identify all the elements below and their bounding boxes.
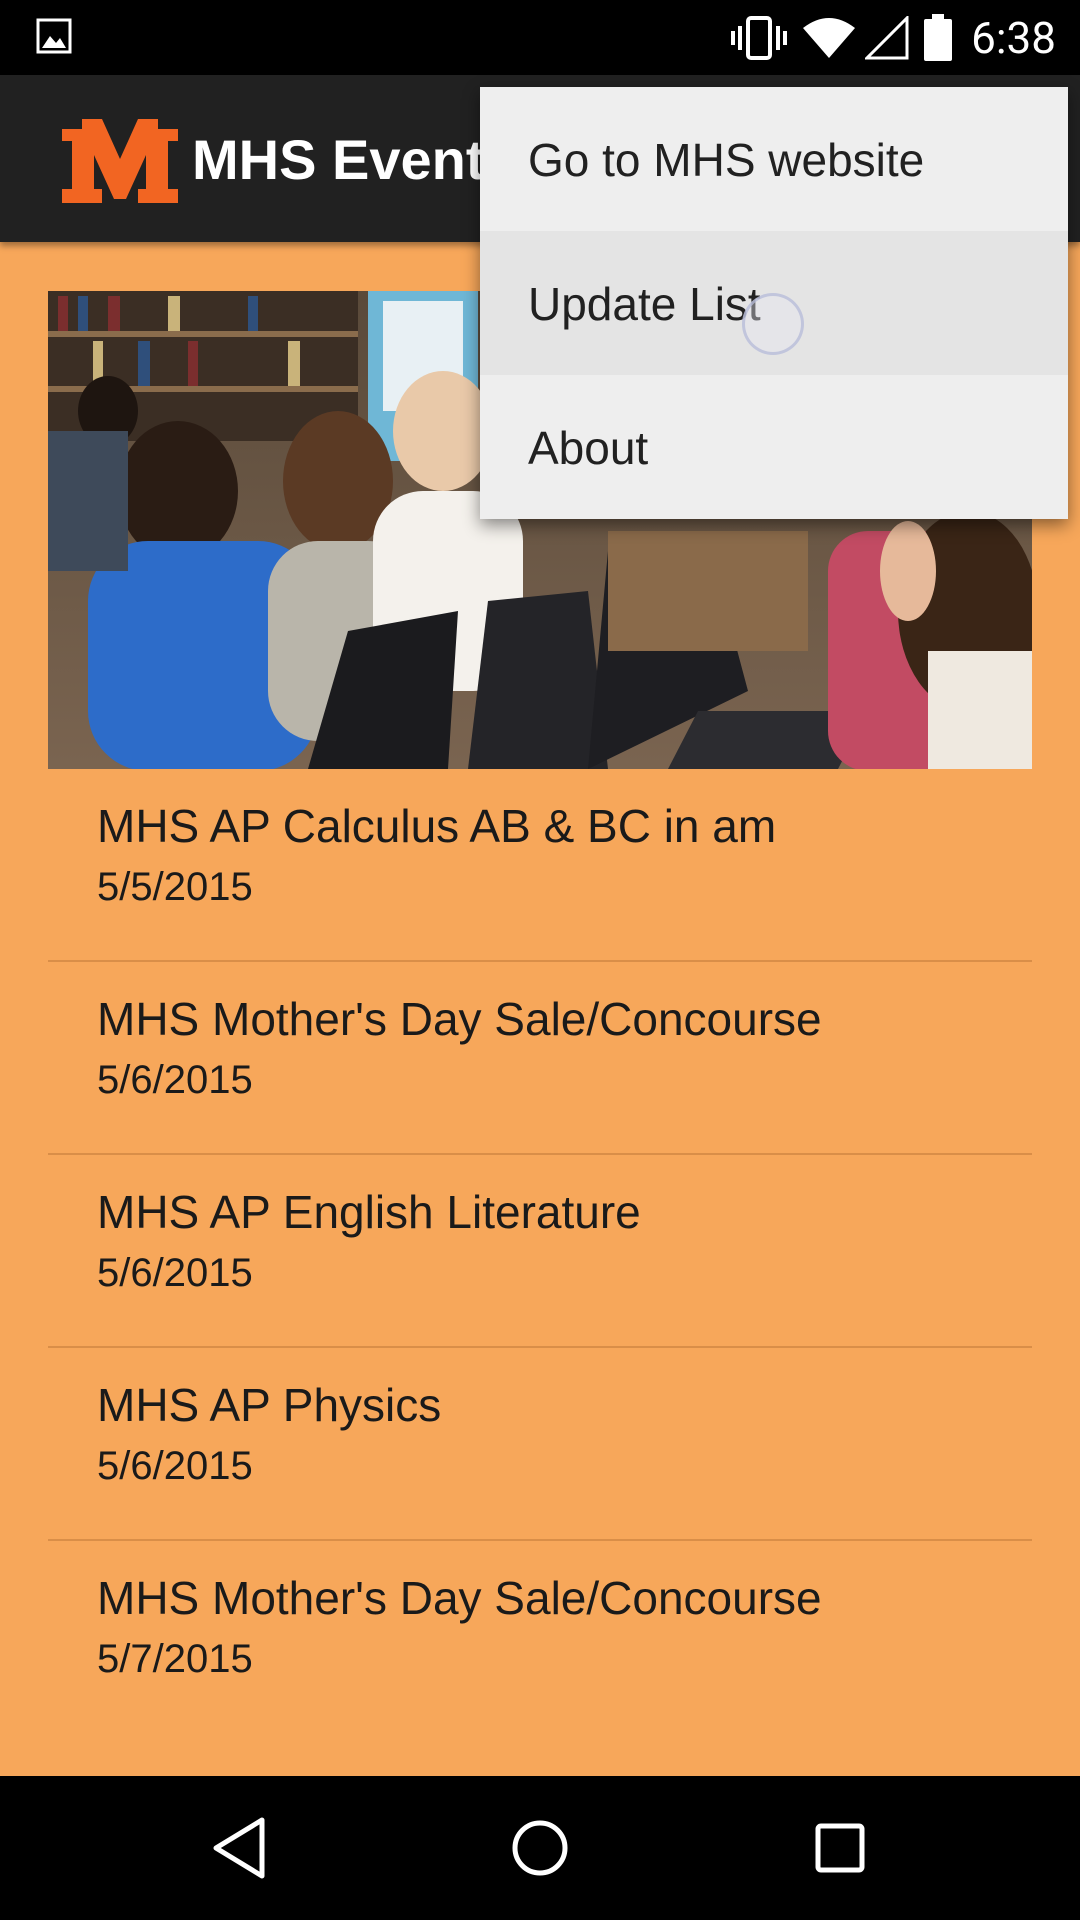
navigation-bar <box>0 1776 1080 1920</box>
cell-signal-icon <box>865 15 909 59</box>
list-item[interactable]: MHS Mother's Day Sale/Concourse 5/7/2015 <box>48 1541 1032 1734</box>
menu-item-label: Go to MHS website <box>528 134 925 186</box>
event-title: MHS AP Calculus AB & BC in am <box>97 800 777 852</box>
event-date: 5/6/2015 <box>97 1444 253 1488</box>
wifi-icon <box>803 17 856 58</box>
mhs-m-logo-icon <box>62 119 178 203</box>
status-bar: 6:38 <box>0 0 1080 75</box>
event-title: MHS Mother's Day Sale/Concourse <box>97 993 822 1045</box>
event-title: MHS Mother's Day Sale/Concourse <box>97 1572 822 1624</box>
menu-item-about[interactable]: About <box>480 375 1068 519</box>
list-item[interactable]: MHS Mother's Day Sale/Concourse 5/6/2015 <box>48 962 1032 1155</box>
touch-ripple <box>742 293 804 355</box>
vibrate-icon <box>731 15 788 60</box>
menu-item-update-list[interactable]: Update List <box>480 231 1068 375</box>
event-date: 5/7/2015 <box>97 1637 253 1681</box>
menu-item-label: Update List <box>528 278 761 330</box>
event-title: MHS AP Physics <box>97 1379 442 1431</box>
image-notification-icon <box>36 18 72 54</box>
clock: 6:38 <box>971 11 1056 64</box>
event-date: 5/5/2015 <box>97 865 253 909</box>
menu-item-label: About <box>528 422 649 474</box>
app-title: MHS Events <box>192 128 516 191</box>
home-circle-icon[interactable] <box>504 1812 576 1884</box>
battery-icon <box>924 13 953 61</box>
list-item[interactable]: MHS AP Physics 5/6/2015 <box>48 1348 1032 1541</box>
back-triangle-icon[interactable] <box>204 1812 276 1884</box>
overflow-menu: Go to MHS website Update List About <box>480 87 1068 519</box>
event-title: MHS AP English Literature <box>97 1186 641 1238</box>
event-date: 5/6/2015 <box>97 1251 253 1295</box>
list-item[interactable]: MHS AP Calculus AB & BC in am 5/5/2015 <box>48 769 1032 962</box>
recents-square-icon[interactable] <box>804 1812 876 1884</box>
menu-item-go-to-website[interactable]: Go to MHS website <box>480 87 1068 231</box>
event-date: 5/6/2015 <box>97 1058 253 1102</box>
list-item[interactable]: MHS AP English Literature 5/6/2015 <box>48 1155 1032 1348</box>
event-list: MHS AP Calculus AB & BC in am 5/5/2015 M… <box>48 769 1032 1734</box>
